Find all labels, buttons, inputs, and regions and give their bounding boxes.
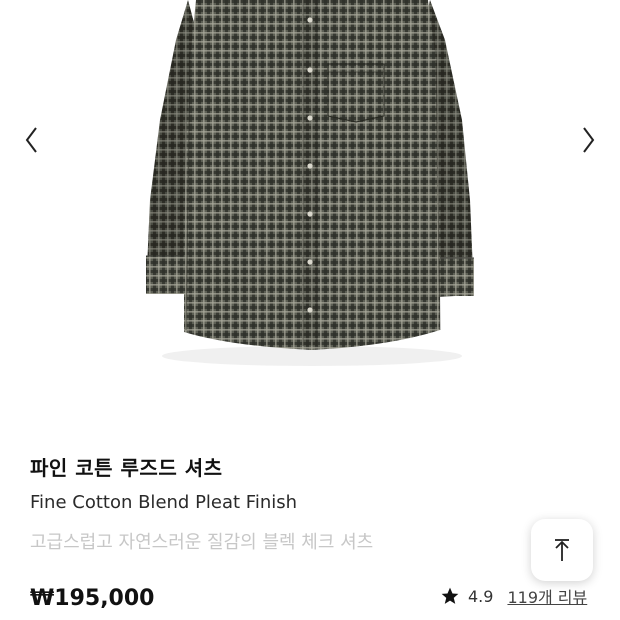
product-description: 고급스럽고 자연스러운 질감의 블렉 체크 셔츠 — [30, 532, 374, 553]
rating-value: 4.9 — [468, 586, 494, 606]
arrow-up-to-top-icon — [555, 539, 569, 561]
product-image-shirt — [146, 0, 474, 366]
carousel-next-button[interactable] — [576, 122, 600, 158]
carousel-prev-button[interactable] — [20, 122, 44, 158]
product-title-korean: 파인 코튼 루즈드 셔츠 — [30, 456, 223, 480]
product-rating: 4.9 119개 리뷰 — [440, 584, 587, 608]
review-count-link[interactable]: 119개 리뷰 — [507, 584, 587, 608]
product-detail-page: 파인 코튼 루즈드 셔츠 Fine Cotton Blend Pleat Fin… — [0, 0, 620, 620]
product-title-english: Fine Cotton Blend Pleat Finish — [30, 492, 298, 513]
chevron-right-icon — [583, 127, 595, 153]
scroll-to-top-button[interactable] — [531, 519, 593, 581]
chevron-left-icon — [25, 127, 37, 153]
star-icon — [441, 587, 459, 604]
product-image-carousel[interactable] — [0, 0, 620, 420]
product-price: ₩195,000 — [30, 586, 155, 611]
